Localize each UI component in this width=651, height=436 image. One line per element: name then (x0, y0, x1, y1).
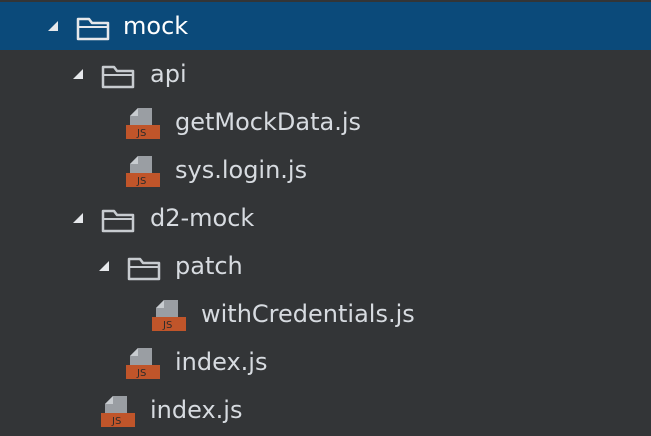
tree-item-syslogin-file[interactable]: JS sys.login.js (0, 146, 651, 194)
expanded-triangle-icon[interactable] (71, 211, 85, 225)
tree-item-label: getMockData.js (175, 108, 361, 136)
tree-item-patch-folder[interactable]: patch (0, 242, 651, 290)
tree-item-label: mock (123, 12, 189, 40)
tree-item-getmockdata-file[interactable]: JS getMockData.js (0, 98, 651, 146)
folder-open-icon (127, 257, 161, 281)
js-badge-text: JS (111, 416, 121, 427)
javascript-file-icon: JS (126, 108, 160, 139)
tree-item-mock-index-file[interactable]: JS index.js (0, 386, 651, 434)
expanded-triangle-icon[interactable] (46, 19, 60, 33)
tree-item-label: api (150, 60, 187, 88)
tree-item-withcredentials-file[interactable]: JS withCredentials.js (0, 290, 651, 338)
tree-item-label: index.js (150, 396, 243, 424)
expanded-triangle-icon[interactable] (71, 67, 85, 81)
expanded-triangle-icon[interactable] (97, 259, 111, 273)
tree-item-label: index.js (175, 348, 268, 376)
tree-item-api-folder[interactable]: api (0, 50, 651, 98)
folder-open-icon (101, 65, 135, 89)
tree-item-d2-mock-index-file[interactable]: JS index.js (0, 338, 651, 386)
folder-open-icon (76, 17, 110, 41)
folder-open-icon (101, 209, 135, 233)
javascript-file-icon: JS (126, 156, 160, 187)
javascript-file-icon: JS (152, 300, 186, 331)
tree-item-label: sys.login.js (175, 156, 308, 184)
javascript-file-icon: JS (101, 396, 135, 427)
tree-item-d2-mock-folder[interactable]: d2-mock (0, 194, 651, 242)
js-badge-text: JS (162, 320, 172, 331)
js-badge-text: JS (136, 128, 146, 139)
js-badge-text: JS (136, 368, 146, 379)
tree-item-label: withCredentials.js (201, 300, 415, 328)
js-badge-text: JS (136, 176, 146, 187)
tree-item-label: d2-mock (150, 204, 255, 232)
file-explorer-tree: mock api JS getMockData.js JS sys.login.… (0, 0, 651, 436)
tree-item-label: patch (175, 252, 243, 280)
tree-item-mock-folder[interactable]: mock (0, 2, 651, 50)
javascript-file-icon: JS (126, 348, 160, 379)
